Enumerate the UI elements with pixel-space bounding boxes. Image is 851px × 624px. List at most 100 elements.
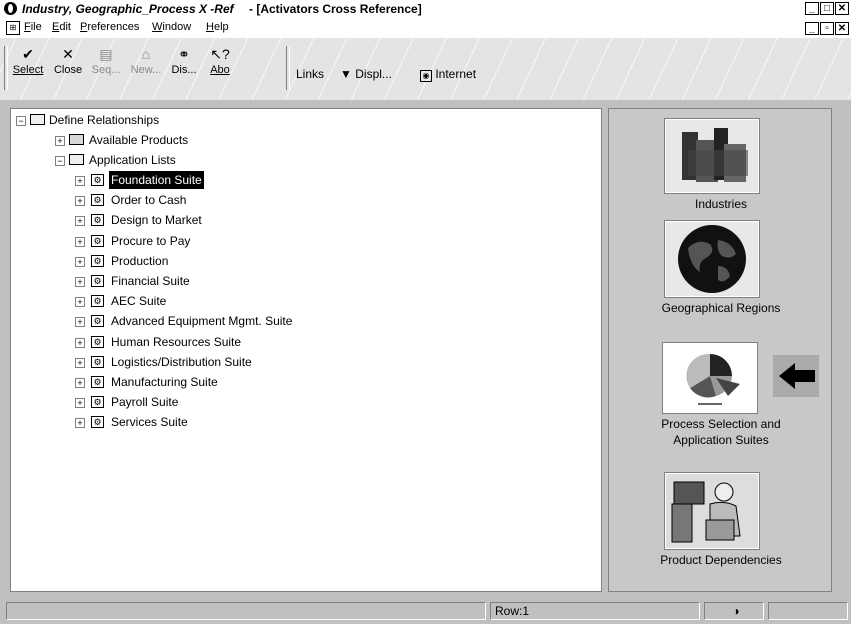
current-selection-arrow xyxy=(773,355,819,397)
tree-item-label: Logistics/Distribution Suite xyxy=(111,354,252,369)
app-title: Industry, Geographic_Process X -Ref xyxy=(22,2,234,16)
internet-icon: ◉ xyxy=(420,70,432,82)
tree-item-label: Payroll Suite xyxy=(111,395,179,410)
application-icon: ⚙ xyxy=(91,335,104,348)
tree-item-label: Human Resources Suite xyxy=(111,334,242,349)
expand-icon[interactable]: + xyxy=(75,277,85,287)
tree-available-products[interactable]: + Available Products xyxy=(11,131,591,149)
new-button[interactable]: ⌂ New... xyxy=(126,44,166,94)
tree-item-label: Manufacturing Suite xyxy=(111,375,218,389)
menu-preferences[interactable]: Preferences xyxy=(80,21,139,33)
tree-item-label: Production xyxy=(111,253,169,268)
maximize-button[interactable]: □ xyxy=(820,2,834,15)
internet-button[interactable]: ◉ Internet xyxy=(420,67,476,82)
tree-item[interactable]: + ⚙ Human Resources Suite xyxy=(11,333,591,351)
tree-item-label: Services Suite xyxy=(111,415,188,430)
tree-item-label: Foundation Suite xyxy=(108,170,205,190)
x-icon: ✕ xyxy=(62,46,74,62)
expand-icon[interactable]: + xyxy=(75,378,85,388)
process-selection-image-button[interactable] xyxy=(662,342,758,414)
collapse-icon[interactable]: − xyxy=(55,156,65,166)
menu-window[interactable]: Window xyxy=(152,21,191,33)
seq-button[interactable]: ▤ Seq... xyxy=(86,44,126,94)
application-icon: ⚙ xyxy=(91,254,104,267)
menu-help[interactable]: Help xyxy=(206,21,229,33)
expand-icon[interactable]: + xyxy=(75,418,85,429)
expand-icon[interactable]: + xyxy=(75,337,85,348)
expand-icon[interactable]: + xyxy=(75,256,85,267)
geographical-regions-image-button[interactable] xyxy=(664,220,760,298)
tree-item-label: AEC Suite xyxy=(111,294,167,309)
tree-item[interactable]: + ⚙ Design to Market xyxy=(11,211,591,229)
document-icon: ⊞ xyxy=(6,21,20,35)
tree-item[interactable]: + ⚙ Order to Cash xyxy=(11,191,591,209)
tree-item-label: Financial Suite xyxy=(111,274,190,288)
arrow-left-icon xyxy=(779,363,815,389)
expand-icon[interactable]: + xyxy=(75,357,85,368)
close-window-button[interactable]: ✕ xyxy=(835,2,849,15)
doc-close-button[interactable]: ✕ xyxy=(835,22,849,35)
application-icon: ⚙ xyxy=(91,376,104,388)
worker-icon xyxy=(671,481,741,543)
menu-file[interactable]: File xyxy=(24,21,42,33)
menu-edit[interactable]: Edit xyxy=(52,21,71,33)
tree-item[interactable]: + ⚙ Procure to Pay xyxy=(11,232,591,250)
relationships-tree: − Define Relationships + Available Produ… xyxy=(10,108,602,592)
tree-item[interactable]: + ⚙ Production xyxy=(11,252,591,270)
tree-item[interactable]: + ⚙ Foundation Suite xyxy=(11,170,591,190)
application-icon: ⚙ xyxy=(91,295,104,308)
new-icon: ⌂ xyxy=(141,46,151,62)
tree-item[interactable]: + ⚙ Manufacturing Suite xyxy=(11,373,591,391)
tree-application-lists[interactable]: − Application Lists xyxy=(11,151,591,169)
app-globe-icon xyxy=(4,2,17,15)
application-icon: ⚙ xyxy=(91,174,104,186)
about-button[interactable]: ↖? Abo xyxy=(200,44,240,94)
process-selection-label-line1: Process Selection and xyxy=(661,417,781,431)
expand-icon[interactable]: + xyxy=(75,176,85,186)
tree-item[interactable]: + ⚙ AEC Suite xyxy=(11,292,591,310)
dropdown-arrow-icon: ▼ xyxy=(340,67,352,81)
expand-icon[interactable]: + xyxy=(55,136,65,146)
tree-item-label: Design to Market xyxy=(111,213,202,228)
tree-item[interactable]: + ⚙ Services Suite xyxy=(11,413,591,431)
doc-minimize-button[interactable]: _ xyxy=(805,22,819,35)
product-dependencies-label: Product Dependencies xyxy=(660,553,782,567)
status-extra xyxy=(768,602,848,620)
process-selection-label-line2: Application Suites xyxy=(673,433,769,447)
doc-restore-button[interactable]: ▫ xyxy=(820,22,834,35)
display-dropdown[interactable]: ▼ Displ... xyxy=(340,67,392,81)
tree-root[interactable]: − Define Relationships xyxy=(11,111,591,129)
expand-icon[interactable]: + xyxy=(75,236,85,247)
links-menu[interactable]: Links xyxy=(296,67,324,81)
industries-label: Industries xyxy=(694,197,748,211)
status-globe-icon: ◑ xyxy=(704,602,764,620)
application-icon: ⚙ xyxy=(91,416,104,429)
seq-icon: ▤ xyxy=(99,46,113,62)
collapse-icon[interactable]: − xyxy=(16,116,26,126)
application-icon: ⚙ xyxy=(91,396,104,409)
select-button[interactable]: ✔ Select xyxy=(8,44,48,94)
tree-item[interactable]: + ⚙ Financial Suite xyxy=(11,272,591,290)
document-title: - [Activators Cross Reference] xyxy=(249,2,422,16)
status-bar: Row:1 ◑ xyxy=(0,598,851,624)
tree-item[interactable]: + ⚙ Logistics/Distribution Suite xyxy=(11,353,591,371)
expand-icon[interactable]: + xyxy=(75,216,85,227)
expand-icon[interactable]: + xyxy=(75,317,85,328)
navigation-panel: Industries Geographical Regions Process … xyxy=(608,108,832,592)
expand-icon[interactable]: + xyxy=(75,297,85,308)
application-icon: ⚙ xyxy=(91,234,104,247)
expand-icon[interactable]: + xyxy=(75,196,85,207)
folder-icon xyxy=(69,134,84,145)
product-dependencies-image-button[interactable] xyxy=(664,472,760,550)
status-message xyxy=(6,602,486,620)
minimize-button[interactable]: _ xyxy=(805,2,819,15)
expand-icon[interactable]: + xyxy=(75,398,85,409)
tree-item-label: Advanced Equipment Mgmt. Suite xyxy=(111,314,293,329)
pie-chart-icon xyxy=(686,353,740,405)
industries-image-button[interactable] xyxy=(664,118,760,194)
close-button[interactable]: ✕ Close xyxy=(48,44,88,94)
status-row: Row:1 xyxy=(490,602,700,620)
tree-item[interactable]: + ⚙ Payroll Suite xyxy=(11,393,591,411)
display-button[interactable]: ⚭ Dis... xyxy=(164,44,204,94)
tree-item[interactable]: + ⚙ Advanced Equipment Mgmt. Suite xyxy=(11,312,591,330)
